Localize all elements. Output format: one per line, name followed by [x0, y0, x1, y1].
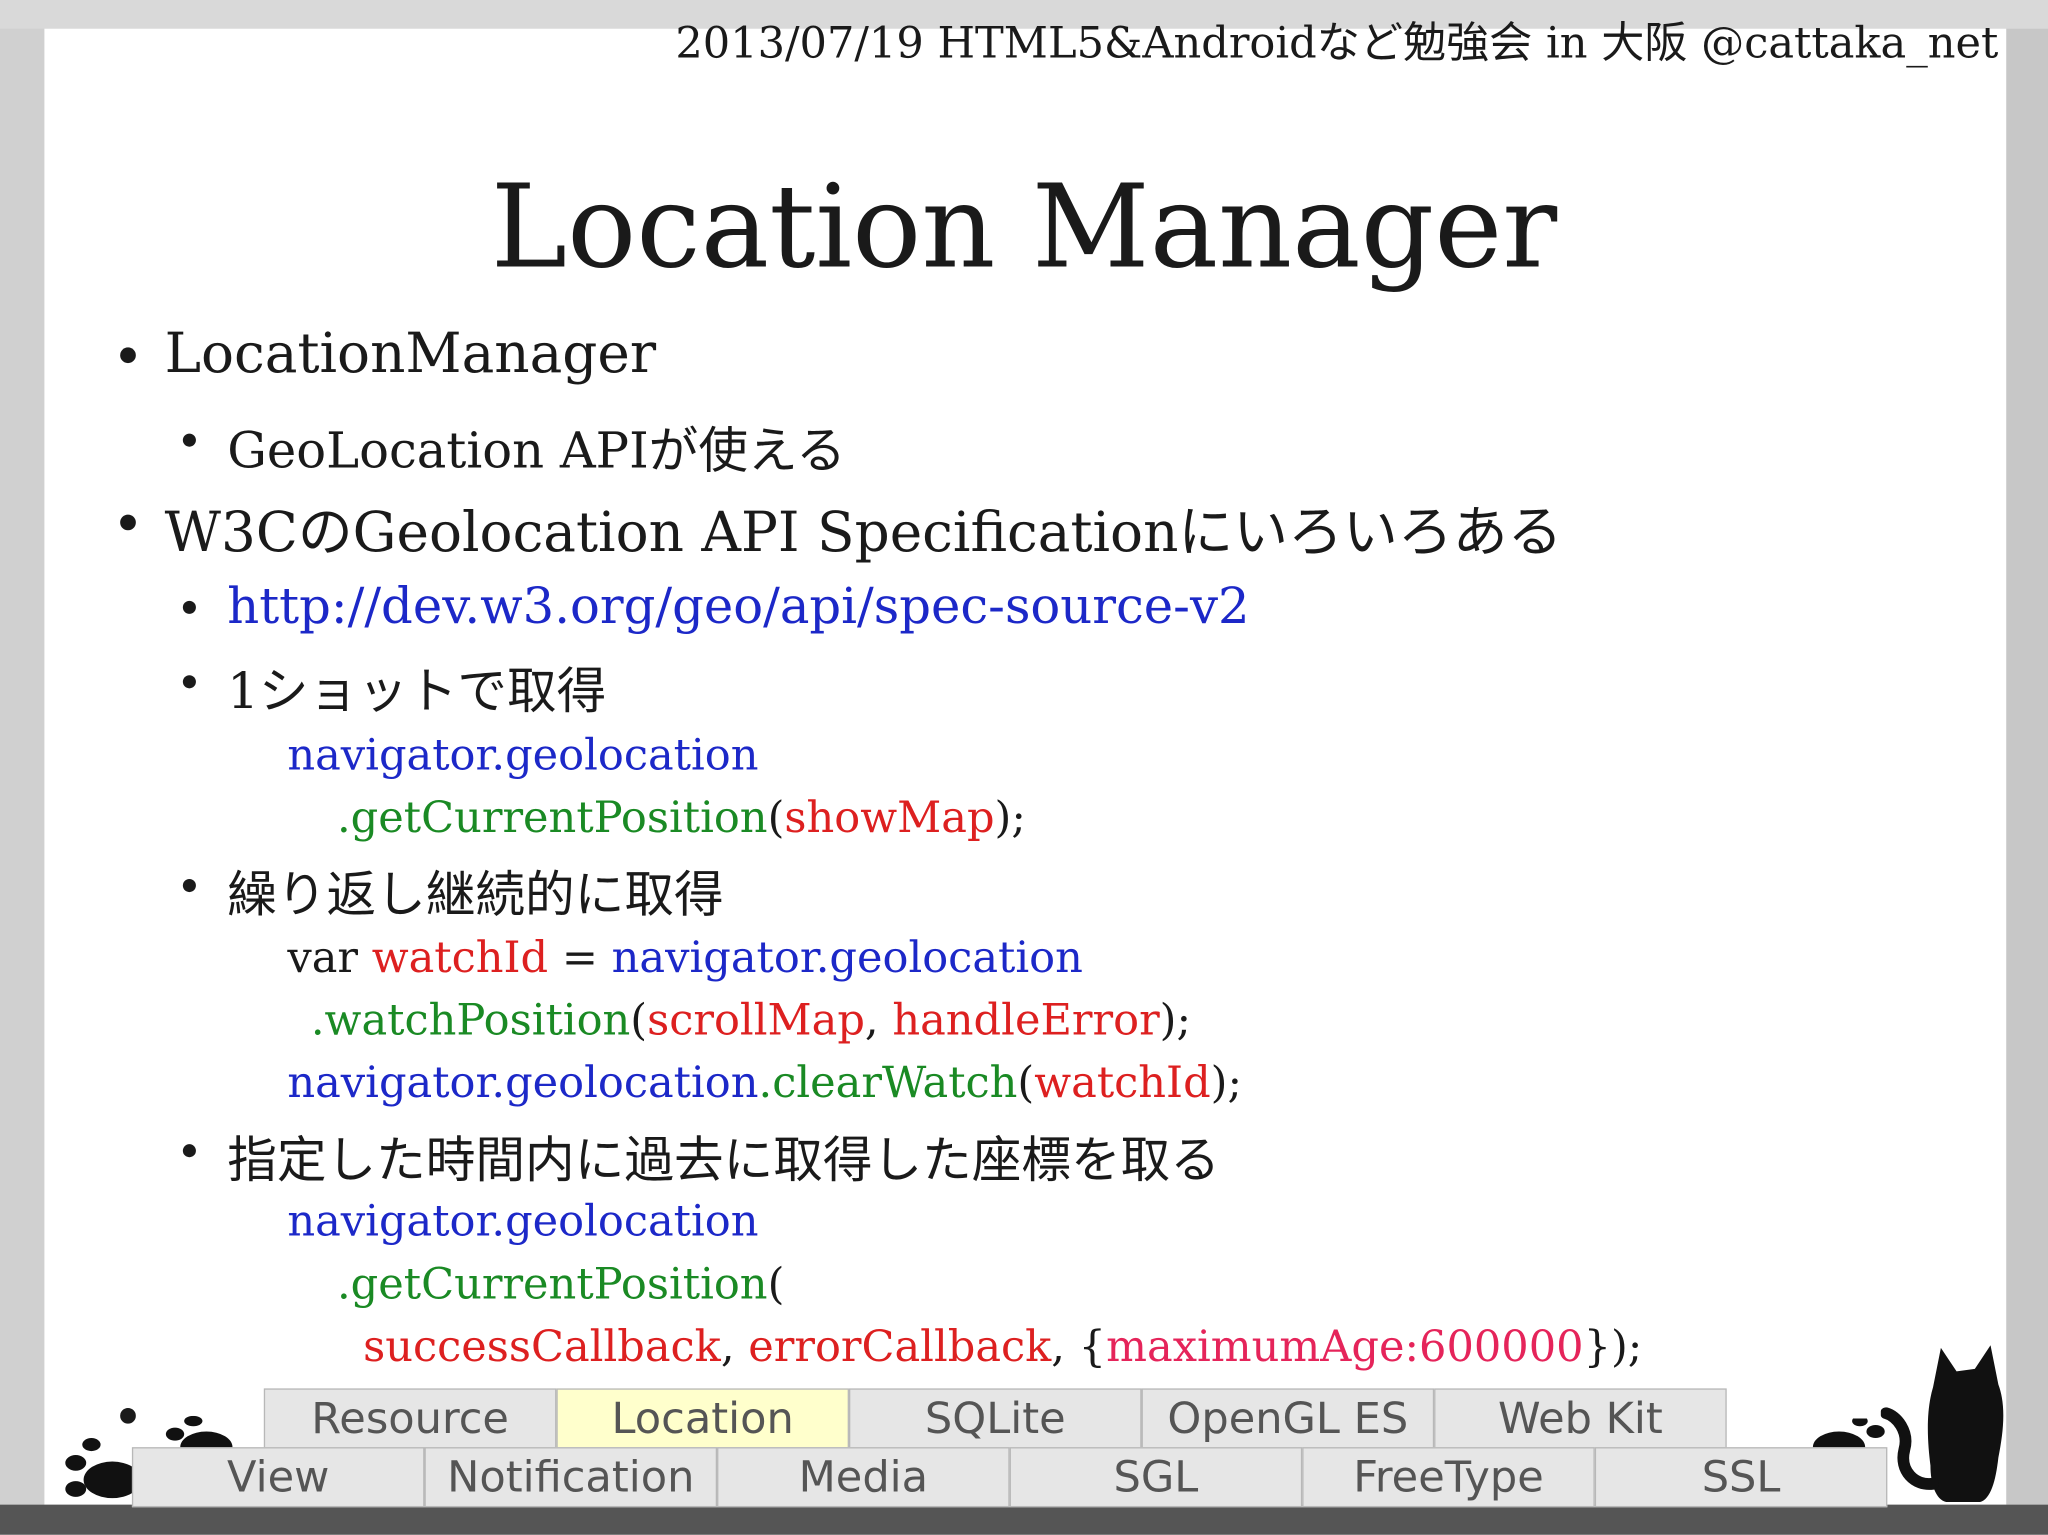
bullet-dot — [120, 347, 136, 364]
code-token: watchId — [1034, 1056, 1211, 1108]
code-line: navigator.geolocation.clearWatch(watchId… — [287, 1056, 1243, 1108]
slide-title: Location Manager — [490, 159, 1558, 294]
code-token: .getCurrentPosition — [336, 1257, 768, 1309]
bullet-dot — [182, 1144, 196, 1158]
code-token: errorCallback — [748, 1320, 1052, 1372]
code-token: .clearWatch — [758, 1056, 1018, 1108]
code-token: scrollMap — [647, 993, 865, 1045]
bullet-dot — [182, 600, 196, 614]
code-line: .watchPosition(scrollMap, handleError); — [310, 993, 1192, 1045]
bullet-cached: 指定した時間内に過去に取得した座標を取る — [227, 1131, 1220, 1189]
code-token: showMap — [784, 791, 995, 843]
code-line: .getCurrentPosition(showMap); — [336, 791, 1026, 843]
code-line: navigator.geolocation — [287, 1195, 758, 1246]
tab-sqlite[interactable]: SQLite — [848, 1388, 1142, 1449]
tab-resource[interactable]: Resource — [263, 1388, 557, 1449]
tab-sgl[interactable]: SGL — [1009, 1447, 1303, 1508]
tab-opengl-es[interactable]: OpenGL ES — [1141, 1388, 1435, 1449]
code-line: successCallback, errorCallback, {maximum… — [363, 1320, 1643, 1372]
code-token: var — [287, 931, 372, 983]
spec-link[interactable]: http://dev.w3.org/geo/api/spec-source-v2 — [227, 577, 1249, 634]
code-token: handleError — [892, 993, 1160, 1045]
bullet-dot — [182, 879, 196, 893]
code-token: watchId — [371, 931, 549, 983]
bullet-dot — [182, 433, 196, 447]
tab-view[interactable]: View — [131, 1447, 425, 1508]
code-token: = — [548, 931, 612, 983]
tab-ssl[interactable]: SSL — [1594, 1447, 1888, 1508]
tab-freetype[interactable]: FreeType — [1302, 1447, 1595, 1508]
bullet-repeat: 繰り返し継続的に取得 — [227, 865, 724, 924]
bullet-oneshot: 1ショットで取得 — [227, 662, 607, 720]
tab-web-kit[interactable]: Web Kit — [1434, 1388, 1727, 1449]
bullet-w3c-spec: W3CのGeolocation API Specificationにいろいろある — [164, 500, 1563, 565]
bullet-geolocation-api: GeoLocation APIが使える — [227, 421, 846, 480]
tab-notification[interactable]: Notification — [424, 1447, 718, 1508]
code-token: successCallback — [363, 1320, 721, 1372]
slide-frame-bottom — [0, 1504, 2048, 1535]
code-token: navigator.geolocation — [611, 931, 1083, 983]
bullet-dot — [182, 675, 196, 689]
tab-media[interactable]: Media — [717, 1447, 1010, 1508]
code-token: maximumAge:600000 — [1106, 1320, 1584, 1372]
code-line: navigator.geolocation — [287, 729, 758, 780]
code-line: .getCurrentPosition( — [336, 1257, 785, 1309]
code-token: .watchPosition — [310, 993, 631, 1045]
cat-silhouette-icon — [1880, 1345, 2004, 1503]
bullet-locationmanager: LocationManager — [164, 321, 657, 386]
bullet-dot — [120, 514, 136, 531]
code-token: navigator.geolocation — [287, 1056, 759, 1108]
code-token: .getCurrentPosition — [336, 791, 768, 843]
code-token: navigator.geolocation — [287, 1195, 759, 1247]
slide-header: 2013/07/19 HTML5&Androidなど勉強会 in 大阪 @cat… — [675, 16, 1999, 68]
code-token: navigator.geolocation — [287, 728, 759, 780]
tab-location[interactable]: Location — [556, 1388, 849, 1449]
code-line: var watchId = navigator.geolocation — [287, 931, 1082, 982]
